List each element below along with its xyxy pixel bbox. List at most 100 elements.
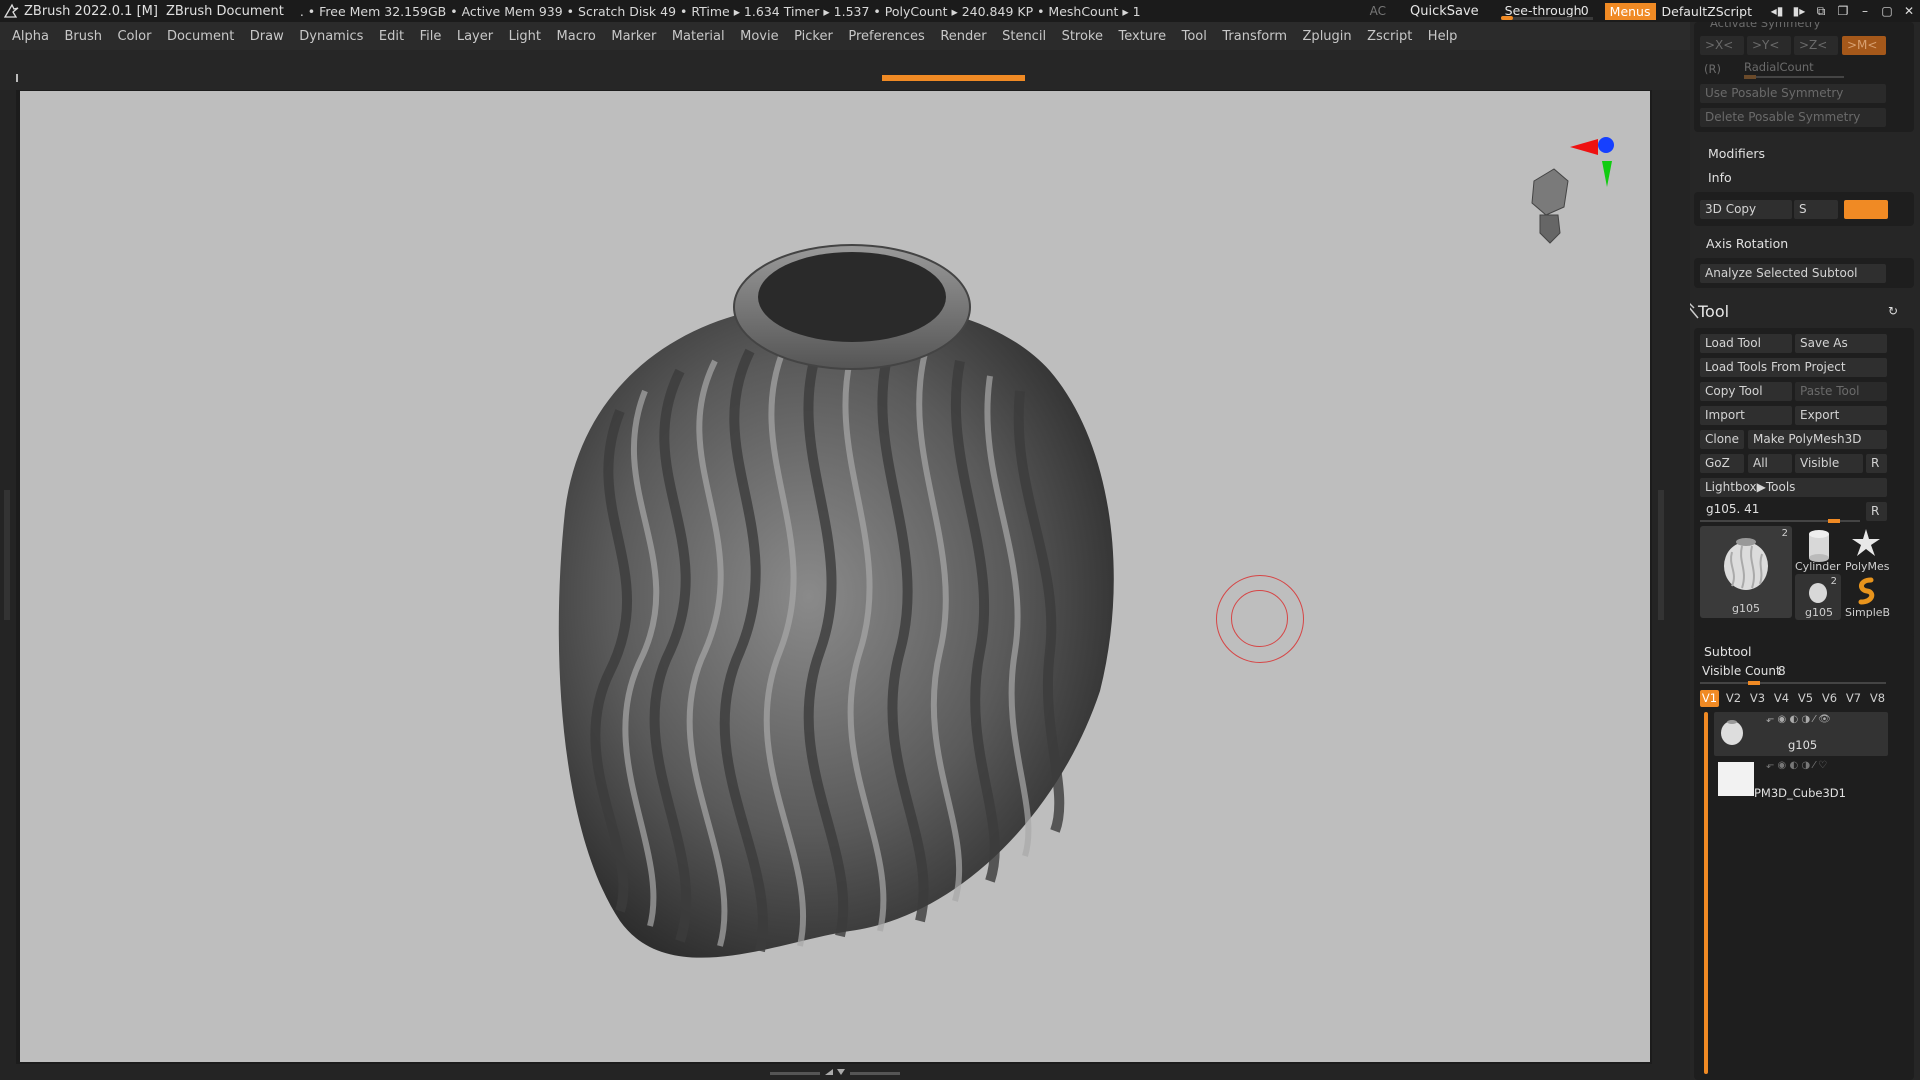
see-through-knob[interactable] [1500,16,1513,20]
menu-alpha[interactable]: Alpha [12,29,49,44]
make-polymesh3d-button[interactable]: Make PolyMesh3D [1748,430,1887,449]
menu-dynamics[interactable]: Dynamics [299,29,363,44]
left-tray-handle[interactable] [4,490,10,620]
menu-layer[interactable]: Layer [457,29,493,44]
close-icon[interactable]: ✕ [1898,0,1920,22]
menu-tool[interactable]: Tool [1182,29,1207,44]
menu-render[interactable]: Render [940,29,986,44]
3d-copy-button[interactable]: 3D Copy [1700,200,1792,219]
minimize-icon[interactable]: – [1854,0,1876,22]
tab-v1[interactable]: V1 [1700,690,1719,707]
menu-color[interactable]: Color [117,29,151,44]
layout-next-icon[interactable]: ▮▸ [1788,0,1810,22]
quicksave-button[interactable]: QuickSave [1410,4,1479,19]
goz-button[interactable]: GoZ [1700,454,1744,473]
layout-window-icon[interactable]: ⧉ [1810,0,1832,22]
menu-document[interactable]: Document [167,29,234,44]
activate-symmetry-label[interactable]: Activate Symmetry [1710,22,1820,30]
visible-count-value[interactable]: 8 [1778,664,1786,678]
menu-stroke[interactable]: Stroke [1062,29,1103,44]
load-tool-button[interactable]: Load Tool [1700,334,1792,353]
subtool-row[interactable]: ⬐ ◉ ◐ ◑ ⁄ ♡ PM3D_Cube3D1 [1714,758,1888,802]
load-tools-from-project-button[interactable]: Load Tools From Project [1700,358,1887,377]
clone-button[interactable]: Clone [1700,430,1744,449]
menu-macro[interactable]: Macro [557,29,596,44]
tab-v3[interactable]: V3 [1748,690,1767,707]
active-shelf-tab[interactable] [882,75,1025,81]
use-posable-symmetry-button[interactable]: Use Posable Symmetry [1700,84,1886,103]
menu-material[interactable]: Material [672,29,725,44]
right-tray-handle[interactable] [1658,490,1664,620]
tab-v6[interactable]: V6 [1820,690,1839,707]
subtool-row-icons[interactable]: ⬐ ◉ ◐ ◑ ⁄ 👁 [1766,714,1831,725]
s-button[interactable]: S [1794,200,1838,219]
radial-count-knob[interactable] [1744,75,1756,79]
tab-v7[interactable]: V7 [1844,690,1863,707]
layout-restore-icon[interactable]: ❐ [1832,0,1854,22]
visible-count-slider[interactable] [1700,682,1886,684]
radial-count-slider[interactable] [1744,76,1844,78]
tool-thumb-polymesh[interactable]: PolyMes [1843,526,1890,573]
tab-v8[interactable]: V8 [1868,690,1887,707]
menu-transform[interactable]: Transform [1222,29,1287,44]
menu-texture[interactable]: Texture [1119,29,1167,44]
symmetry-y-button[interactable]: >Y< [1747,36,1791,55]
menu-zplugin[interactable]: Zplugin [1303,29,1352,44]
subtool-row-icons[interactable]: ⬐ ◉ ◐ ◑ ⁄ ♡ [1766,760,1827,771]
menu-edit[interactable]: Edit [379,29,404,44]
radial-count-label[interactable]: RadialCount [1744,60,1814,74]
export-button[interactable]: Export [1795,406,1887,425]
radial-r-label[interactable]: (R) [1704,62,1721,76]
tool-thumb-simplebrush[interactable]: SimpleB [1843,574,1890,620]
visible-count-label[interactable]: Visible Count [1702,664,1781,678]
i-value-field[interactable] [1844,200,1888,219]
tab-v4[interactable]: V4 [1772,690,1791,707]
layout-prev-icon[interactable]: ◂▮ [1766,0,1788,22]
menu-brush[interactable]: Brush [64,29,102,44]
refresh-icon[interactable]: ↻ [1888,304,1898,318]
menus-toggle-button[interactable]: Menus [1604,2,1656,20]
info-subpalette[interactable]: Info [1708,170,1732,185]
menu-movie[interactable]: Movie [740,29,778,44]
menu-marker[interactable]: Marker [611,29,656,44]
menu-stencil[interactable]: Stencil [1002,29,1046,44]
default-zscript-button[interactable]: DefaultZScript [1662,4,1753,19]
menu-draw[interactable]: Draw [250,29,284,44]
symmetry-z-button[interactable]: >Z< [1794,36,1838,55]
modifiers-subpalette[interactable]: Modifiers [1708,146,1765,161]
subtool-title[interactable]: Subtool [1704,644,1751,659]
subtool-row[interactable]: ⬐ ◉ ◐ ◑ ⁄ 👁 g105 [1714,712,1888,756]
analyze-selected-subtool-button[interactable]: Analyze Selected Subtool [1700,264,1886,283]
tool-thumb-cylinder[interactable]: Cylinder [1795,526,1841,573]
goz-all-button[interactable]: All [1748,454,1792,473]
symmetry-x-button[interactable]: >X< [1700,36,1744,55]
current-tool-slider-knob[interactable] [1828,519,1840,523]
orientation-gizmo-icon[interactable] [1510,121,1620,271]
maximize-icon[interactable]: ▢ [1876,0,1898,22]
see-through-slider[interactable]: See-through 0 [1500,2,1593,20]
tool-thumb-g105-small[interactable]: 2 g105 [1795,574,1841,620]
menu-preferences[interactable]: Preferences [848,29,924,44]
goz-visible-button[interactable]: Visible [1795,454,1863,473]
tool-r-button[interactable]: R [1866,502,1887,521]
menu-help[interactable]: Help [1428,29,1458,44]
subtool-list-scrollbar[interactable] [1704,712,1708,1074]
tab-v2[interactable]: V2 [1724,690,1743,707]
save-as-button[interactable]: Save As [1795,334,1887,353]
menu-light[interactable]: Light [509,29,541,44]
menu-picker[interactable]: Picker [794,29,833,44]
ac-label[interactable]: AC [1370,4,1386,18]
tab-v5[interactable]: V5 [1796,690,1815,707]
tool-palette-title[interactable]: Tool [1698,302,1729,321]
import-button[interactable]: Import [1700,406,1792,425]
document-canvas[interactable] [20,91,1650,1062]
axis-rotation-button[interactable]: Axis Rotation [1706,236,1788,251]
visible-count-knob[interactable] [1748,681,1760,685]
paste-tool-button[interactable]: Paste Tool [1795,382,1887,401]
menu-zscript[interactable]: Zscript [1367,29,1412,44]
menu-file[interactable]: File [420,29,442,44]
bottom-tray-handle-icon[interactable] [770,1069,900,1077]
symmetry-m-button[interactable]: >M< [1842,36,1886,55]
lightbox-tools-button[interactable]: Lightbox▶Tools [1700,478,1887,497]
delete-posable-symmetry-button[interactable]: Delete Posable Symmetry [1700,108,1886,127]
